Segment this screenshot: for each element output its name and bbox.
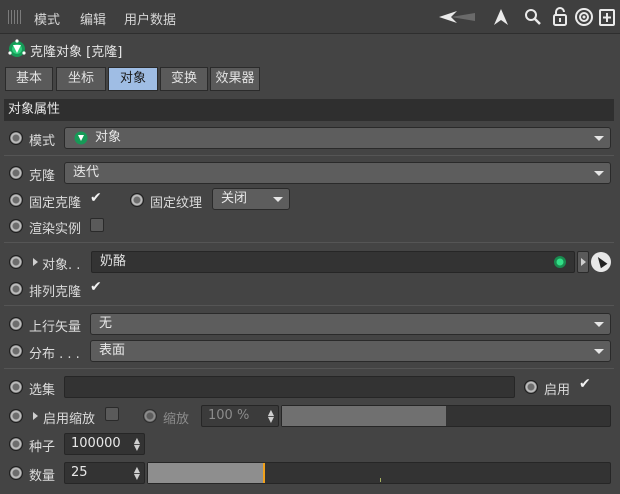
fixed-texture-label: 固定纹理 [150,196,203,211]
chevron-right-icon [581,258,586,266]
chevron-down-icon [273,197,283,202]
distribution-label: 分布 . . . [29,347,80,362]
count-label: 数量 [29,469,56,484]
scale-slider[interactable] [281,405,611,427]
up-vector-value: 无 [99,316,113,331]
fixed-clone-checkbox[interactable]: ✔ [90,190,102,206]
fixed-texture-dropdown[interactable]: 关闭 [212,188,290,210]
fixed-clone-label: 固定克隆 [29,196,82,211]
enable-scale-checkbox[interactable] [105,407,119,421]
enable-anim-dot[interactable] [524,380,538,394]
cloner-icon [7,39,27,59]
object-anim-dot[interactable] [9,255,23,269]
mode-dropdown[interactable]: 对象 [64,127,611,149]
cloner-mode-icon [73,130,89,146]
seed-anim-dot[interactable] [9,437,23,451]
object-link-label: 对象. . [42,258,81,273]
seed-value: 100000 [71,436,121,451]
clone-anim-dot[interactable] [9,166,23,180]
distribution-dropdown[interactable]: 表面 [90,340,611,362]
enable-label: 启用 [544,383,571,398]
scale-input[interactable]: 100 % ▲ ▼ [201,405,279,427]
mode-anim-dot[interactable] [9,131,23,145]
tab-basic[interactable]: 基本 [5,67,53,91]
chevron-down-icon [594,322,604,327]
grip-icon[interactable] [8,10,22,24]
count-slider[interactable] [147,462,611,484]
target-icon[interactable] [574,7,594,27]
count-anim-dot[interactable] [9,466,23,480]
enable-scale-label: 启用缩放 [43,412,96,427]
divider [4,155,614,156]
enable-scale-anim-dot[interactable] [9,409,23,423]
back-arrow-icon[interactable] [437,9,477,25]
tab-effectors[interactable]: 效果器 [210,67,260,91]
section-header: 对象属性 [4,99,614,121]
up-vector-anim-dot[interactable] [9,317,23,331]
menu-user-data[interactable]: 用户数据 [124,9,176,28]
count-slider-fill [148,463,264,483]
object-title: 克隆对象 [克隆] [30,45,123,60]
clone-dropdown[interactable]: 迭代 [64,162,611,184]
menu-edit[interactable]: 编辑 [80,9,106,28]
fixed-clone-anim-dot[interactable] [9,193,23,207]
seed-label: 种子 [29,440,56,455]
seed-input[interactable]: 100000 ▲ ▼ [64,433,145,455]
divider [4,242,614,243]
scale-value: 100 % [208,408,250,423]
stepper-icon[interactable]: ▲ ▼ [134,466,140,481]
stepper-icon[interactable]: ▲ ▼ [134,437,140,452]
pick-cursor-icon[interactable] [591,252,611,272]
scale-slider-fill [282,406,446,426]
mode-value: 对象 [95,130,122,145]
render-instances-anim-dot[interactable] [9,219,23,233]
up-vector-dropdown[interactable]: 无 [90,313,611,335]
selection-label: 选集 [29,383,56,398]
menu-mode[interactable]: 模式 [34,9,60,28]
fixed-texture-value: 关闭 [221,191,248,206]
tab-object[interactable]: 对象 [108,67,158,91]
render-instances-checkbox[interactable] [90,218,104,232]
new-window-icon[interactable] [598,7,616,27]
tab-coords[interactable]: 坐标 [56,67,106,91]
arrange-clones-label: 排列克隆 [29,285,82,300]
chevron-down-icon [594,171,604,176]
tab-transform[interactable]: 变换 [160,67,208,91]
chevron-down-icon [594,136,604,141]
object-type-icon [552,254,568,270]
enable-checkbox[interactable]: ✔ [579,376,591,392]
count-slider-knob[interactable] [262,463,265,483]
search-icon[interactable] [524,8,542,26]
link-menu-button[interactable] [577,251,589,273]
object-link-value: 奶酪 [100,254,127,269]
expand-triangle-icon[interactable] [33,412,38,420]
scale-anim-dot[interactable] [143,409,157,423]
selection-field[interactable] [64,376,515,398]
arrange-clones-anim-dot[interactable] [9,282,23,296]
clone-value: 迭代 [73,165,100,180]
clone-label: 克隆 [29,169,56,184]
stepper-icon[interactable]: ▲ ▼ [268,409,274,424]
arrange-clones-checkbox[interactable]: ✔ [90,279,102,295]
object-link-field[interactable]: 奶酪 [91,251,575,273]
fixed-texture-anim-dot[interactable] [130,193,144,207]
count-input[interactable]: 25 ▲ ▼ [64,462,145,484]
divider [4,305,614,306]
selection-anim-dot[interactable] [9,380,23,394]
expand-triangle-icon[interactable] [33,258,38,266]
distribution-anim-dot[interactable] [9,344,23,358]
divider [4,368,614,369]
lock-icon[interactable] [552,6,568,26]
distribution-value: 表面 [99,343,126,358]
count-slider-tick [380,478,381,482]
count-value: 25 [71,465,88,480]
render-instances-label: 渲染实例 [29,222,82,237]
mode-label: 模式 [29,134,56,149]
scale-label: 缩放 [163,412,190,427]
chevron-down-icon [594,349,604,354]
up-arrow-icon[interactable] [492,8,510,26]
up-vector-label: 上行矢量 [29,320,82,335]
